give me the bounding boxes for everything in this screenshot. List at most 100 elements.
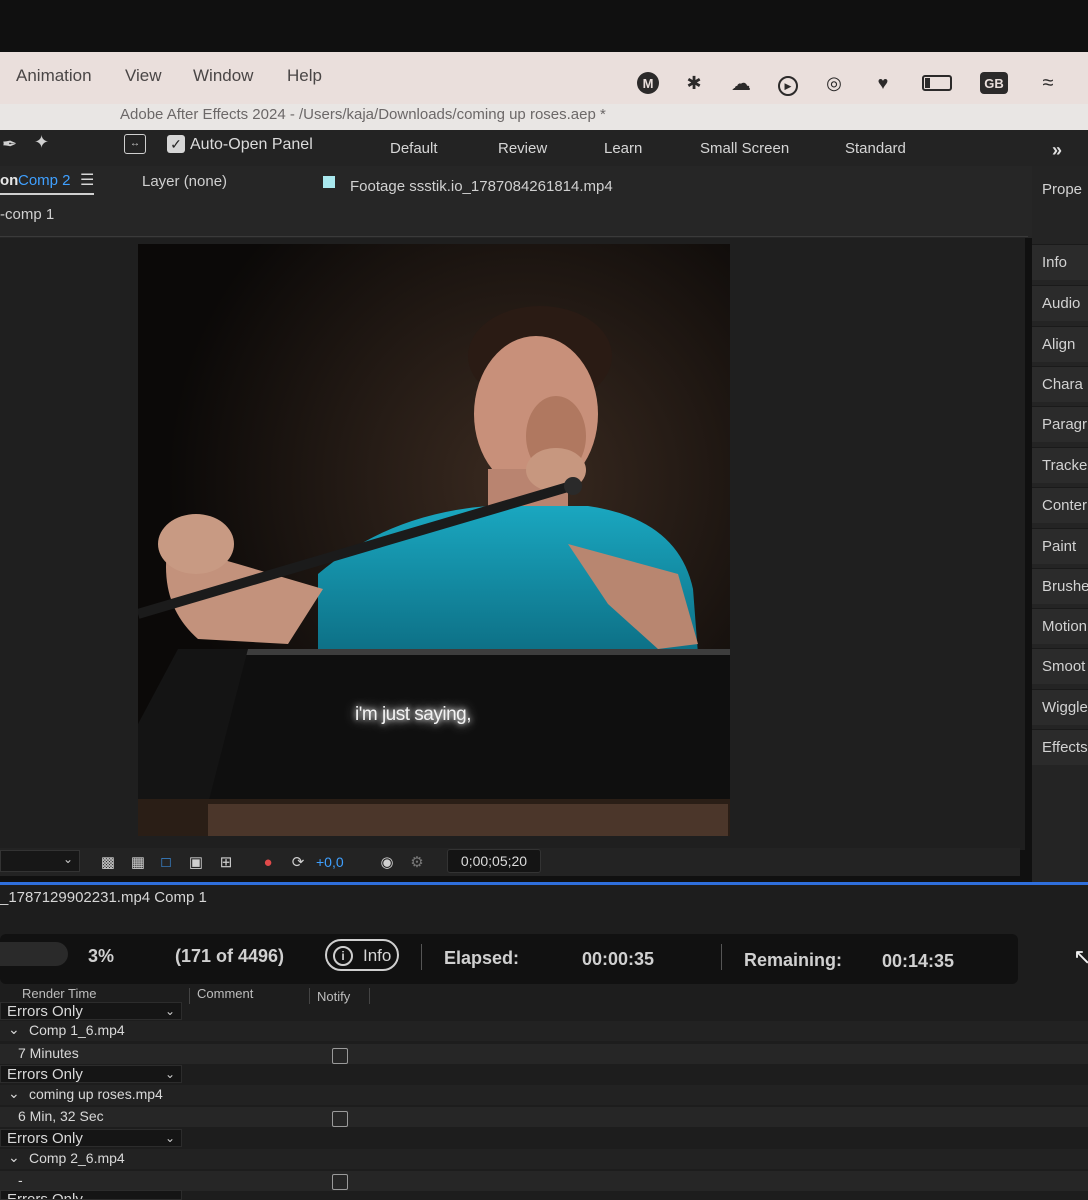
brush-tool-icon[interactable]: ✒: [2, 134, 17, 155]
panel-paint[interactable]: Paint: [1032, 528, 1088, 564]
bluetooth-icon[interactable]: ✱: [683, 72, 705, 94]
log-dropdown[interactable]: Errors Only ⌄: [0, 1065, 182, 1083]
current-time-display[interactable]: 0;00;05;20: [447, 849, 541, 873]
mask-visibility-icon[interactable]: □: [156, 852, 176, 872]
panel-brushes[interactable]: Brushe: [1032, 568, 1088, 604]
menu-window[interactable]: Window: [193, 66, 253, 86]
active-tab-underline: [0, 193, 94, 195]
tab-comp-2[interactable]: Comp 2: [18, 172, 71, 189]
panel-content-aware[interactable]: Conter: [1032, 487, 1088, 523]
more-workspaces-icon[interactable]: »: [1052, 140, 1062, 161]
concert-performer-image: [138, 244, 730, 836]
render-time-value: -: [18, 1172, 23, 1188]
video-frame[interactable]: [138, 244, 730, 836]
panel-effects[interactable]: Effects: [1032, 729, 1088, 765]
workspace-default[interactable]: Default: [390, 140, 438, 157]
wifi-icon[interactable]: ≈: [1037, 72, 1059, 94]
battery-icon[interactable]: [920, 72, 954, 94]
table-row: [0, 1044, 1088, 1064]
panel-paragraph[interactable]: Paragr: [1032, 406, 1088, 442]
notify-checkbox[interactable]: [332, 1048, 348, 1064]
panel-smoother[interactable]: Smoot: [1032, 648, 1088, 684]
workspace-standard[interactable]: Standard: [845, 140, 906, 157]
transparency-grid-icon[interactable]: ▦: [128, 852, 148, 872]
elapsed-value: 00:00:35: [582, 949, 655, 969]
cloud-upload-icon[interactable]: ☁: [730, 72, 752, 95]
log-dropdown[interactable]: Errors Only ⌄: [0, 1002, 182, 1020]
pin-tool-icon[interactable]: ✦: [34, 132, 49, 153]
always-preview-icon[interactable]: ▩: [98, 852, 118, 872]
panel-character[interactable]: Chara: [1032, 366, 1088, 402]
column-divider[interactable]: [309, 988, 310, 1004]
menu-animation[interactable]: Animation: [16, 66, 92, 86]
keyboard-layout-badge[interactable]: GB: [980, 72, 1008, 94]
breadcrumb[interactable]: -comp 1: [0, 206, 54, 223]
column-notify[interactable]: Notify: [317, 989, 350, 1004]
panel-tracker[interactable]: Tracke: [1032, 447, 1088, 483]
column-divider[interactable]: [369, 988, 370, 1004]
column-comment[interactable]: Comment: [197, 986, 253, 1001]
info-button-label: Info: [363, 946, 392, 965]
panel-audio[interactable]: Audio: [1032, 285, 1088, 321]
status-divider: [421, 944, 422, 970]
panel-info[interactable]: Info: [1032, 244, 1088, 280]
chevron-down-icon: ⌄: [164, 1004, 175, 1018]
exposure-value[interactable]: +0,0: [316, 854, 344, 870]
magnification-dropdown[interactable]: ⌄: [0, 850, 80, 872]
log-dropdown[interactable]: Errors Only: [0, 1190, 182, 1200]
notify-checkbox[interactable]: [332, 1174, 348, 1190]
table-row: [0, 1149, 1088, 1169]
expand-chevron-icon[interactable]: ⌄: [8, 1085, 20, 1102]
panel-wiggler[interactable]: Wiggle: [1032, 689, 1088, 725]
panel-align[interactable]: Align: [1032, 326, 1088, 362]
heart-icon[interactable]: ♥: [872, 72, 894, 94]
auto-open-checkbox[interactable]: ✓: [167, 135, 185, 153]
panel-menu-icon[interactable]: ☰: [80, 170, 94, 190]
output-file[interactable]: Comp 1_6.mp4: [29, 1022, 125, 1038]
footage-color-label: [323, 176, 335, 188]
column-render-time[interactable]: Render Time: [22, 986, 96, 1001]
table-row: [0, 1021, 1088, 1041]
workspace-learn[interactable]: Learn: [604, 140, 642, 157]
panel-toggle-icon[interactable]: ↔: [124, 134, 146, 154]
info-button[interactable]: i Info: [325, 939, 399, 971]
menu-help[interactable]: Help: [287, 66, 322, 86]
show-snapshot-icon[interactable]: ⚙: [407, 852, 427, 872]
output-file[interactable]: coming up roses.mp4: [29, 1086, 163, 1102]
panel-motion-sketch[interactable]: Motion: [1032, 608, 1088, 644]
region-of-interest-icon[interactable]: ▣: [186, 852, 206, 872]
log-dropdown[interactable]: Errors Only ⌄: [0, 1129, 182, 1147]
video-subtitle: i'm just saying,: [355, 704, 472, 725]
notify-checkbox[interactable]: [332, 1111, 348, 1127]
exposure-reset-icon[interactable]: ⟳: [288, 852, 308, 872]
airdrop-icon[interactable]: ◎: [823, 72, 845, 94]
play-circle-icon[interactable]: ▶: [778, 76, 798, 96]
guides-grid-icon[interactable]: ⊞: [216, 852, 236, 872]
log-value: Errors Only: [7, 1191, 83, 1200]
panel-properties[interactable]: Prope: [1032, 172, 1088, 208]
render-progress-track: [0, 942, 68, 966]
tab-divider: [0, 236, 1028, 237]
channels-icon[interactable]: ●: [258, 852, 278, 872]
chevron-down-icon: ⌄: [164, 1067, 175, 1081]
menu-view[interactable]: View: [125, 66, 162, 86]
render-frame-count: (171 of 4496): [175, 946, 285, 966]
workspace-review[interactable]: Review: [498, 140, 547, 157]
column-divider[interactable]: [189, 988, 190, 1004]
remaining-value: 00:14:35: [882, 951, 955, 971]
output-file[interactable]: Comp 2_6.mp4: [29, 1150, 125, 1166]
tab-layer[interactable]: Layer (none): [142, 173, 227, 190]
log-value: Errors Only: [7, 1066, 83, 1083]
mouse-cursor-icon: ↖: [1073, 944, 1088, 969]
tab-footage[interactable]: Footage ssstik.io_1787084261814.mp4: [350, 178, 613, 195]
expand-chevron-icon[interactable]: ⌄: [8, 1021, 20, 1038]
status-divider: [721, 944, 722, 970]
m-app-icon[interactable]: M: [637, 72, 659, 94]
current-render-label: _1787129902231.mp4 Comp 1: [0, 889, 207, 906]
snapshot-camera-icon[interactable]: ◉: [377, 852, 397, 872]
table-row: [0, 1107, 1088, 1127]
workspace-small-screen[interactable]: Small Screen: [700, 140, 789, 157]
render-progress-percent: 3%: [88, 946, 115, 966]
expand-chevron-icon[interactable]: ⌄: [8, 1149, 20, 1166]
log-value: Errors Only: [7, 1003, 83, 1020]
